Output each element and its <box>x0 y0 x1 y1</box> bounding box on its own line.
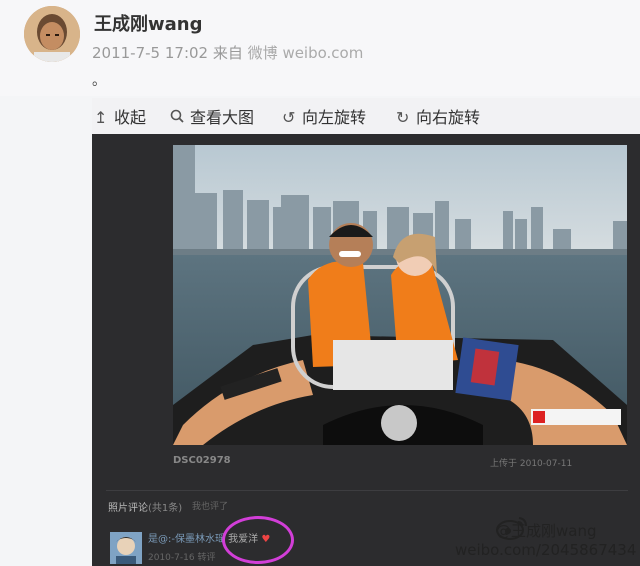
rotate-right-label: 向右旋转 <box>416 108 481 127</box>
rotate-right-icon: ↻ <box>396 108 410 127</box>
highlight-circle <box>222 516 294 564</box>
photo-upload-date: 上传于 2010-07-11 <box>490 459 573 469</box>
photo-viewer: DSC02978 上传于 2010-07-11 照片评论(共1条) 我也评了 是… <box>92 134 640 566</box>
comments-header: 照片评论(共1条) <box>108 499 182 514</box>
divider <box>106 490 628 491</box>
collapse-button[interactable]: ↥ 收起 <box>94 104 146 128</box>
comment-date: 2010-7-16 转评 <box>148 553 216 563</box>
rotate-left-icon: ↺ <box>282 108 296 127</box>
commenter-avatar[interactable] <box>110 532 142 564</box>
comments-count: (共1条) <box>148 503 183 514</box>
user-avatar[interactable] <box>24 6 80 62</box>
rotate-right-button[interactable]: ↻ 向右旋转 <box>396 104 480 128</box>
comments-title: 照片评论 <box>108 503 148 514</box>
rotate-left-label: 向左旋转 <box>302 108 367 127</box>
post-source[interactable]: 微博 weibo.com <box>248 44 364 62</box>
search-icon <box>170 108 186 127</box>
boat-photo[interactable] <box>173 145 627 445</box>
photo-caption: DSC02978 <box>173 455 231 466</box>
collapse-label: 收起 <box>114 108 147 127</box>
post-text: 。 <box>92 73 106 89</box>
rotate-left-button[interactable]: ↺ 向左旋转 <box>282 104 366 128</box>
view-large-label: 查看大图 <box>190 108 255 127</box>
post-time[interactable]: 2011-7-5 17:02 <box>92 44 208 62</box>
collapse-icon: ↥ <box>94 108 108 127</box>
source-prefix: 来自 <box>212 44 243 62</box>
watermark-handle: @王成刚wang <box>496 522 597 540</box>
post-meta: 2011-7-5 17:02 来自 微博 weibo.com <box>92 42 363 63</box>
image-toolbar: ↥ 收起 查看大图 ↺ 向左旋转 ↻ 向右旋转 <box>92 98 640 134</box>
watermark-url: weibo.com/2045867434 <box>455 541 637 559</box>
comments-link[interactable]: 我也评了 <box>192 499 228 512</box>
comment-author[interactable]: 是@:-保墨林水瑶 <box>148 534 225 545</box>
weibo-post-header: 王成刚wang 2011-7-5 17:02 来自 微博 weibo.com 。 <box>0 0 640 96</box>
username[interactable]: 王成刚wang <box>94 10 202 36</box>
view-large-button[interactable]: 查看大图 <box>170 104 254 128</box>
